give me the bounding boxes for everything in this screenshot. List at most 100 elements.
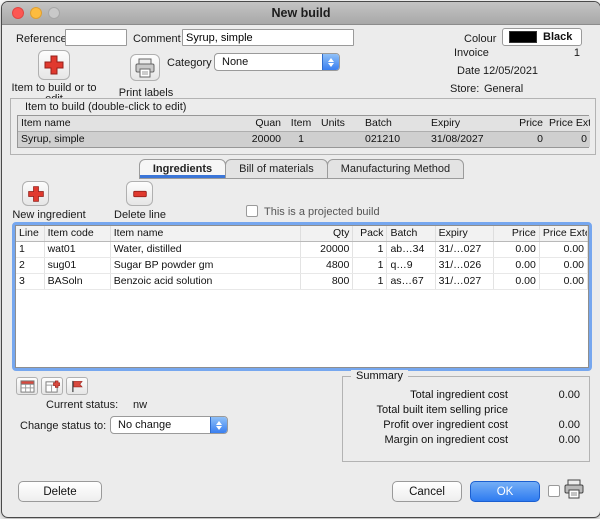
table-plus-icon — [45, 380, 60, 393]
printer-icon — [563, 479, 585, 499]
table-row[interactable]: Syrup, simple20000102121031/08/202700 — [18, 132, 590, 148]
colour-swatch — [509, 31, 537, 43]
table-cell: q…9 — [387, 258, 435, 274]
projected-build-label: This is a projected build — [264, 206, 380, 218]
table-cell: 1 — [353, 242, 387, 258]
table-row[interactable]: 3BASolnBenzoic acid solution8001as…6731/… — [16, 274, 588, 290]
table-cell: 3 — [16, 274, 44, 290]
tab-ingredients[interactable]: Ingredients — [139, 159, 226, 179]
column-header[interactable]: Price Exten — [546, 116, 590, 132]
table-cell: 0.00 — [539, 258, 587, 274]
comment-input[interactable] — [182, 29, 354, 46]
item-to-build-table[interactable]: Item nameQuanItemUnitsBatchExpiryPricePr… — [18, 116, 590, 147]
minus-icon — [131, 185, 149, 203]
table-cell: 1 — [16, 242, 44, 258]
column-header[interactable]: Units — [318, 116, 362, 132]
column-header[interactable]: Pack — [353, 226, 387, 242]
column-header[interactable]: Line — [16, 226, 44, 242]
colour-button[interactable]: Black — [502, 28, 582, 46]
current-status-value: nw — [133, 399, 147, 411]
delete-line-button[interactable] — [126, 181, 153, 206]
table-cell: Benzoic acid solution — [110, 274, 301, 290]
tab-manufacturing-method[interactable]: Manufacturing Method — [327, 159, 464, 179]
printer-icon — [134, 58, 156, 78]
ok-button[interactable]: OK — [470, 481, 540, 502]
chevron-up-down-icon — [322, 54, 339, 70]
delete-line-label: Delete line — [106, 209, 174, 221]
change-status-value: No change — [118, 419, 171, 431]
cancel-button[interactable]: Cancel — [392, 481, 462, 502]
ingredients-table-wrap: LineItem codeItem nameQtyPackBatchExpiry… — [15, 225, 589, 368]
summary-label: Profit over ingredient cost — [343, 418, 508, 433]
reference-input[interactable] — [65, 29, 127, 46]
store-label: Store: — [450, 83, 479, 95]
print-labels-button[interactable] — [130, 54, 160, 81]
plus-icon — [27, 185, 45, 203]
print-on-ok-checkbox[interactable] — [548, 485, 560, 497]
table-cell: 1 — [284, 132, 318, 148]
build-table-wrap: Item nameQuanItemUnitsBatchExpiryPricePr… — [17, 115, 589, 148]
item-to-build-button[interactable] — [38, 50, 70, 80]
summary-box: Summary Total ingredient cost 0.00 Total… — [342, 376, 590, 462]
new-ingredient-button[interactable] — [22, 181, 49, 206]
summary-row: Margin on ingredient cost 0.00 — [343, 433, 589, 448]
column-header[interactable]: Qty — [301, 226, 353, 242]
summary-label: Total ingredient cost — [343, 388, 508, 403]
projected-build-checkbox[interactable] — [246, 205, 258, 217]
table-cell: 0 — [546, 132, 590, 148]
column-header[interactable]: Item — [284, 116, 318, 132]
column-header[interactable]: Batch — [362, 116, 428, 132]
table-row[interactable]: 2sug01Sugar BP powder gm48001q…931/…0260… — [16, 258, 588, 274]
table-tool-button[interactable] — [16, 377, 38, 395]
reference-label: Reference — [16, 33, 67, 45]
column-header[interactable]: Batch — [387, 226, 435, 242]
table-cell: 800 — [301, 274, 353, 290]
table-cell: 31/…027 — [435, 242, 493, 258]
titlebar: New build — [2, 2, 600, 25]
table-cell: as…67 — [387, 274, 435, 290]
column-header[interactable]: Price — [493, 226, 539, 242]
invoice-value: 1 — [542, 47, 580, 59]
column-header[interactable]: Item code — [44, 226, 110, 242]
ingredients-table[interactable]: LineItem codeItem nameQtyPackBatchExpiry… — [16, 226, 588, 290]
table-cell: 2 — [16, 258, 44, 274]
flag-icon — [70, 380, 85, 393]
change-status-select[interactable]: No change — [110, 416, 228, 434]
table-row[interactable]: 1wat01Water, distilled200001ab…3431/…027… — [16, 242, 588, 258]
table-cell: BASoln — [44, 274, 110, 290]
invoice-label: Invoice — [454, 47, 489, 59]
delete-button[interactable]: Delete — [18, 481, 102, 502]
colour-label: Colour — [464, 33, 496, 45]
column-header[interactable]: Price — [504, 116, 546, 132]
column-header[interactable]: Expiry — [428, 116, 504, 132]
category-label: Category — [167, 57, 212, 69]
category-select[interactable]: None — [214, 53, 340, 71]
column-header[interactable]: Quan — [230, 116, 284, 132]
table-cell: 31/…027 — [435, 274, 493, 290]
change-status-label: Change status to: — [20, 420, 106, 432]
column-header[interactable]: Item name — [110, 226, 301, 242]
add-table-tool-button[interactable] — [41, 377, 63, 395]
tab-bill-of-materials[interactable]: Bill of materials — [225, 159, 328, 179]
table-cell: 31/08/2027 — [428, 132, 504, 148]
store-value: General — [484, 83, 523, 95]
column-header[interactable]: Price Exten — [539, 226, 587, 242]
new-build-window: New build Reference Comment Colour Black… — [1, 1, 600, 518]
column-header[interactable]: Expiry — [435, 226, 493, 242]
item-to-build-group: Item to build (double-click to edit) Ite… — [10, 98, 596, 155]
plus-icon — [43, 54, 65, 76]
chevron-up-down-icon — [210, 417, 227, 433]
category-value: None — [222, 56, 248, 68]
comment-label: Comment — [133, 33, 181, 45]
table-cell: 31/…026 — [435, 258, 493, 274]
table-cell: 1 — [353, 258, 387, 274]
date-label: Date — [457, 65, 480, 77]
flag-tool-button[interactable] — [66, 377, 88, 395]
table-cell: 20000 — [230, 132, 284, 148]
summary-label: Margin on ingredient cost — [343, 433, 508, 448]
column-header[interactable]: Item name — [18, 116, 230, 132]
print-button[interactable] — [563, 479, 585, 502]
summary-title: Summary — [351, 370, 408, 382]
colour-value: Black — [543, 31, 572, 43]
summary-row: Total ingredient cost 0.00 — [343, 388, 589, 403]
